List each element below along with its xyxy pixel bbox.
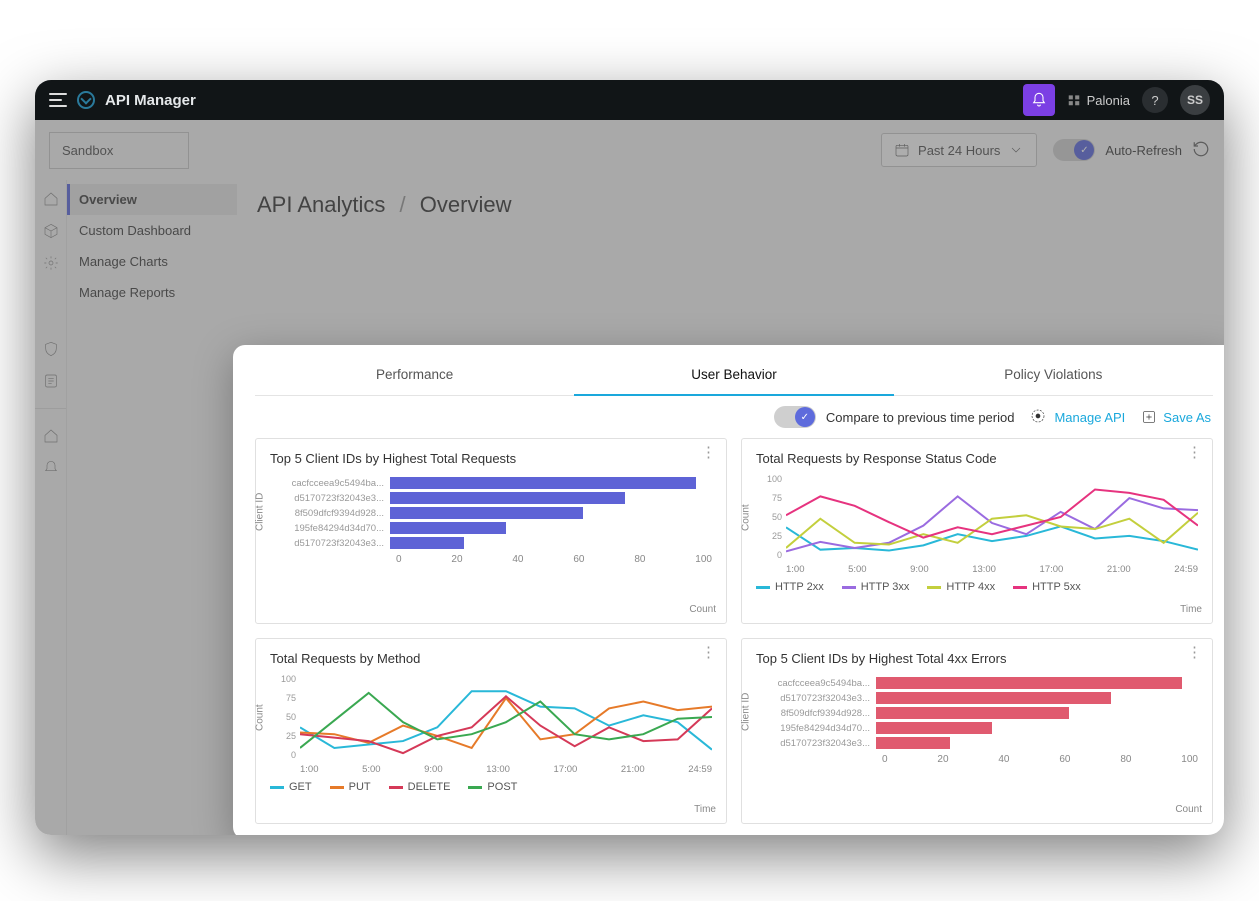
menu-icon[interactable] [49, 93, 67, 107]
compare-toggle[interactable] [774, 406, 816, 428]
bar-label: d5170723f32043e3... [270, 493, 390, 504]
app-logo-icon [77, 91, 95, 109]
org-name: Palonia [1087, 93, 1130, 108]
bar-label: d5170723f32043e3... [756, 738, 876, 749]
legend-item: HTTP 3xx [842, 581, 910, 593]
bar-row: cacfcceea9c5494ba... [270, 476, 712, 490]
bar-row: d5170723f32043e3... [756, 691, 1198, 705]
line-chart: 1007550250 [300, 674, 712, 760]
save-as-link[interactable]: Save As [1141, 409, 1211, 425]
panel-title: Total Requests by Method [270, 651, 712, 666]
x-axis-label: Time [694, 804, 716, 815]
bar-row: d5170723f32043e3... [270, 536, 712, 550]
bar-row: d5170723f32043e3... [756, 736, 1198, 750]
legend: HTTP 2xx HTTP 3xx HTTP 4xx HTTP 5xx [756, 575, 1198, 593]
y-axis-label: Count [255, 704, 266, 731]
tab-user-behavior[interactable]: User Behavior [574, 357, 893, 396]
panel-top5-requests: Top 5 Client IDs by Highest Total Reques… [255, 438, 727, 624]
bar-chart: cacfcceea9c5494ba... d5170723f32043e3... 8… [756, 676, 1198, 750]
legend: GET PUT DELETE POST [270, 775, 712, 793]
bar-fill [876, 707, 1069, 719]
bar-label: 195fe84294d34d70... [756, 723, 876, 734]
tab-performance[interactable]: Performance [255, 357, 574, 395]
app-title: API Manager [105, 92, 196, 109]
target-icon [1030, 408, 1048, 426]
x-ticks: 1:005:009:0013:0017:0021:0024:59 [786, 564, 1198, 575]
panel-top5-4xx: Top 5 Client IDs by Highest Total 4xx Er… [741, 638, 1213, 824]
bar-fill [390, 537, 464, 549]
x-axis-label: Time [1180, 604, 1202, 615]
bar-label: d5170723f32043e3... [270, 538, 390, 549]
manage-api-label: Manage API [1054, 410, 1125, 425]
bar-fill [876, 692, 1111, 704]
panel-title: Top 5 Client IDs by Highest Total Reques… [270, 451, 712, 466]
panel-method: Total Requests by Method ⋮ Count 1007550… [255, 638, 727, 824]
bar-label: 8f509dfcf9394d928... [270, 508, 390, 519]
panel-menu-icon[interactable]: ⋮ [701, 451, 716, 455]
bar-fill [390, 492, 625, 504]
bar-fill [876, 737, 950, 749]
bar-label: 195fe84294d34d70... [270, 523, 390, 534]
x-ticks: 020406080100 [396, 554, 712, 565]
x-axis-label: Count [1175, 804, 1202, 815]
x-ticks: 1:005:009:0013:0017:0021:0024:59 [300, 764, 712, 775]
modal-tabs: Performance User Behavior Policy Violati… [255, 357, 1213, 396]
user-avatar[interactable]: SS [1180, 85, 1210, 115]
panel-menu-icon[interactable]: ⋮ [701, 651, 716, 655]
legend-item: DELETE [389, 781, 451, 793]
panel-title: Total Requests by Response Status Code [756, 451, 1198, 466]
save-as-label: Save As [1163, 410, 1211, 425]
y-axis-label: Client ID [741, 693, 752, 731]
legend-item: HTTP 5xx [1013, 581, 1081, 593]
bar-row: 195fe84294d34d70... [270, 521, 712, 535]
bar-row: cacfcceea9c5494ba... [756, 676, 1198, 690]
org-switcher[interactable]: Palonia [1067, 93, 1130, 108]
help-button[interactable]: ? [1142, 87, 1168, 113]
bar-fill [876, 677, 1182, 689]
app-window: API Manager Palonia ? SS Sandbox Past 24… [35, 80, 1224, 835]
bar-fill [390, 507, 583, 519]
y-axis-label: Client ID [255, 493, 266, 531]
panel-menu-icon[interactable]: ⋮ [1187, 451, 1202, 455]
legend-item: POST [468, 781, 517, 793]
y-axis-label: Count [741, 504, 752, 531]
legend-item: HTTP 2xx [756, 581, 824, 593]
legend-item: HTTP 4xx [927, 581, 995, 593]
bar-label: d5170723f32043e3... [756, 693, 876, 704]
bar-label: cacfcceea9c5494ba... [270, 478, 390, 489]
line-chart: 1007550250 [786, 474, 1198, 560]
bar-fill [390, 477, 696, 489]
compare-label: Compare to previous time period [826, 410, 1015, 425]
notifications-icon[interactable] [1023, 84, 1055, 116]
legend-item: PUT [330, 781, 371, 793]
legend-item: GET [270, 781, 312, 793]
dashboard-modal: Performance User Behavior Policy Violati… [233, 345, 1224, 835]
manage-api-link[interactable]: Manage API [1030, 408, 1125, 426]
bar-row: d5170723f32043e3... [270, 491, 712, 505]
bar-fill [876, 722, 992, 734]
bar-chart: cacfcceea9c5494ba... d5170723f32043e3... 8… [270, 476, 712, 550]
panel-title: Top 5 Client IDs by Highest Total 4xx Er… [756, 651, 1198, 666]
tab-policy-violations[interactable]: Policy Violations [894, 357, 1213, 395]
panel-status-code: Total Requests by Response Status Code ⋮… [741, 438, 1213, 624]
bar-row: 8f509dfcf9394d928... [756, 706, 1198, 720]
save-as-icon [1141, 409, 1157, 425]
x-axis-label: Count [689, 604, 716, 615]
bar-row: 8f509dfcf9394d928... [270, 506, 712, 520]
bar-label: cacfcceea9c5494ba... [756, 678, 876, 689]
bar-label: 8f509dfcf9394d928... [756, 708, 876, 719]
x-ticks: 020406080100 [882, 754, 1198, 765]
topbar: API Manager Palonia ? SS [35, 80, 1224, 120]
panel-menu-icon[interactable]: ⋮ [1187, 651, 1202, 655]
bar-fill [390, 522, 506, 534]
bar-row: 195fe84294d34d70... [756, 721, 1198, 735]
